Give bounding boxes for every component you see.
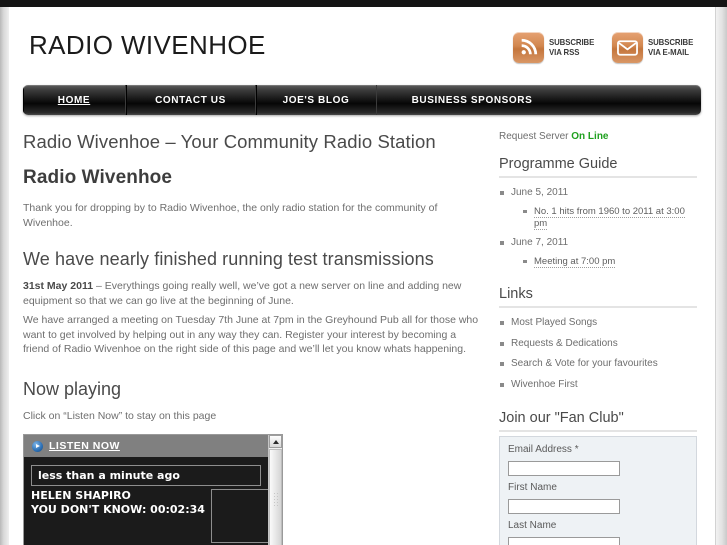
list-item: Meeting at 7:00 pm <box>523 255 697 268</box>
programme-guide-day: June 5, 2011 No. 1 hits from 1960 to 201… <box>499 186 697 230</box>
album-art-placeholder <box>210 489 269 544</box>
scrollbar-grip-icon <box>272 492 279 507</box>
link-most-played-songs[interactable]: Most Played Songs <box>511 317 597 328</box>
fan-club-heading: Join our "Fan Club" <box>499 410 697 433</box>
first-name-field[interactable] <box>508 499 620 515</box>
site-title: RADIO WIVENHOE <box>29 30 266 60</box>
programme-entry-link[interactable]: Meeting at 7:00 pm <box>534 255 616 268</box>
page-right-gutter <box>715 7 727 545</box>
scrollbar-up-arrow-icon[interactable] <box>269 435 282 449</box>
page-left-gutter <box>0 7 9 545</box>
list-item: Most Played Songs <box>499 316 697 331</box>
list-item: Requests & Dedications <box>499 337 697 352</box>
nav-item-business-sponsors[interactable]: BUSINESS SPONSORS <box>377 85 567 115</box>
track-artist: HELEN SHAPIRO <box>31 489 131 503</box>
subscribe-group: SUBSCRIBE VIA RSS SUBSCRIBE VIA E-MAIL <box>512 32 697 63</box>
post-title-radio-wivenhoe: Radio Wivenhoe <box>23 167 173 188</box>
email-field[interactable] <box>508 461 620 477</box>
nav-item-joes-blog-label: JOE'S BLOG <box>282 94 350 106</box>
post-title-test-transmissions: We have nearly finished running test tra… <box>23 248 434 269</box>
subscribe-rss-line1: SUBSCRIBE <box>548 36 594 47</box>
radio-player-frame: LISTEN NOW less than a minute ago HELEN … <box>24 435 269 545</box>
nav-item-contact-us[interactable]: CONTACT US <box>126 85 256 115</box>
list-item: No. 1 hits from 1960 to 2011 at 3:00 pm <box>523 205 697 231</box>
link-requests-dedications[interactable]: Requests & Dedications <box>511 338 618 349</box>
last-name-field-label: Last Name <box>508 520 557 532</box>
envelope-icon <box>611 32 643 63</box>
programme-guide-date: June 5, 2011 <box>511 187 569 198</box>
programme-guide-date: June 7, 2011 <box>511 237 569 249</box>
programme-entry-link[interactable]: No. 1 hits from 1960 to 2011 at 3:00 pm <box>534 205 685 230</box>
main-column: Radio Wivenhoe – Your Community Radio St… <box>23 131 493 545</box>
subscribe-email-label: SUBSCRIBE VIA E-MAIL <box>647 36 694 57</box>
programme-guide-heading: Programme Guide <box>499 156 697 178</box>
request-server-status-line: Request Server On Line <box>499 131 697 142</box>
track-title-and-duration: YOU DON'T KNOW: 00:02:34 <box>31 503 205 516</box>
post-paragraph-2: We have arranged a meeting on Tuesday 7t… <box>23 313 479 356</box>
nav-item-home[interactable]: HOME <box>23 85 126 115</box>
programme-guide-entries: No. 1 hits from 1960 to 2011 at 3:00 pm <box>511 205 697 231</box>
nav-item-business-sponsors-label: BUSINESS SPONSORS <box>411 94 533 106</box>
subscribe-rss-label: SUBSCRIBE VIA RSS <box>548 36 594 57</box>
first-name-field-label: First Name <box>508 482 557 494</box>
programme-guide-entries: Meeting at 7:00 pm <box>511 255 697 268</box>
now-playing-heading: Now playing <box>23 379 122 400</box>
subscribe-rss-line2: VIA RSS <box>548 46 580 57</box>
player-header: LISTEN NOW <box>24 435 268 458</box>
now-playing-hint: Click on “Listen Now” to stay on this pa… <box>23 410 217 423</box>
main-navigation: HOME CONTACT US JOE'S BLOG BUSINESS SPON… <box>23 85 701 115</box>
links-block: Links Most Played Songs Requests & Dedic… <box>499 286 697 392</box>
track-meta: HELEN SHAPIRO YOU DON'T KNOW: 00:02:34 <box>31 489 205 543</box>
subscribe-via-email-button[interactable]: SUBSCRIBE VIA E-MAIL <box>611 32 697 63</box>
programme-guide-day: June 7, 2011 Meeting at 7:00 pm <box>499 236 697 268</box>
subscribe-via-rss-button[interactable]: SUBSCRIBE VIA RSS <box>512 32 598 63</box>
sidebar: Request Server On Line Programme Guide J… <box>493 131 697 545</box>
scrollbar-thumb[interactable] <box>269 449 282 545</box>
programme-guide-list: June 5, 2011 No. 1 hits from 1960 to 201… <box>499 186 697 268</box>
track-row: HELEN SHAPIRO YOU DON'T KNOW: 00:02:34 <box>31 489 269 544</box>
list-item: Wivenhoe First <box>499 378 697 393</box>
nav-item-joes-blog[interactable]: JOE'S BLOG <box>256 85 377 115</box>
nav-item-home-label: HOME <box>57 94 91 106</box>
fan-club-form: Email Address * First Name Last Name * =… <box>499 436 697 545</box>
rss-icon <box>512 32 544 63</box>
subscribe-email-line2: VIA E-MAIL <box>647 46 689 57</box>
links-list: Most Played Songs Requests & Dedications… <box>499 316 697 392</box>
nav-item-contact-us-label: CONTACT US <box>155 94 226 106</box>
player-scrollbar[interactable] <box>268 435 282 545</box>
post-paragraph-1: 31st May 2011 – Everythings going really… <box>23 279 479 309</box>
fan-club-block: Join our "Fan Club" Email Address * Firs… <box>499 410 697 545</box>
links-heading: Links <box>499 286 697 309</box>
email-field-label: Email Address * <box>508 444 579 456</box>
listen-now-link[interactable]: LISTEN NOW <box>49 440 120 452</box>
post-body-radio-wivenhoe: Thank you for dropping by to Radio Wiven… <box>23 202 438 229</box>
browser-top-chrome <box>0 0 727 7</box>
link-wivenhoe-first[interactable]: Wivenhoe First <box>511 379 578 390</box>
play-icon[interactable] <box>32 440 43 452</box>
post-date: 31st May 2011 <box>23 279 94 292</box>
subscribe-email-line1: SUBSCRIBE <box>647 36 694 47</box>
page-title: Radio Wivenhoe – Your Community Radio St… <box>23 131 436 152</box>
content-row: Radio Wivenhoe – Your Community Radio St… <box>9 131 715 545</box>
last-name-field[interactable] <box>508 537 620 545</box>
list-item: Search & Vote for your favourites <box>499 357 697 372</box>
page-body: RADIO WIVENHOE SUBSCRIBE VIA RSS SUBSCRI… <box>9 7 715 545</box>
browser-viewport: RADIO WIVENHOE SUBSCRIBE VIA RSS SUBSCRI… <box>0 0 727 545</box>
link-search-vote[interactable]: Search & Vote for your favourites <box>511 358 658 369</box>
site-header: RADIO WIVENHOE SUBSCRIBE VIA RSS SUBSCRI… <box>9 7 715 85</box>
programme-guide-block: Programme Guide June 5, 2011 No. 1 hits … <box>499 156 697 268</box>
player-body: less than a minute ago HELEN SHAPIRO YOU… <box>24 457 269 544</box>
radio-player-widget[interactable]: LISTEN NOW less than a minute ago HELEN … <box>23 434 283 545</box>
track-time-ago: less than a minute ago <box>31 465 261 487</box>
request-server-label: Request Server <box>499 131 569 142</box>
request-server-status-badge: On Line <box>571 131 609 142</box>
